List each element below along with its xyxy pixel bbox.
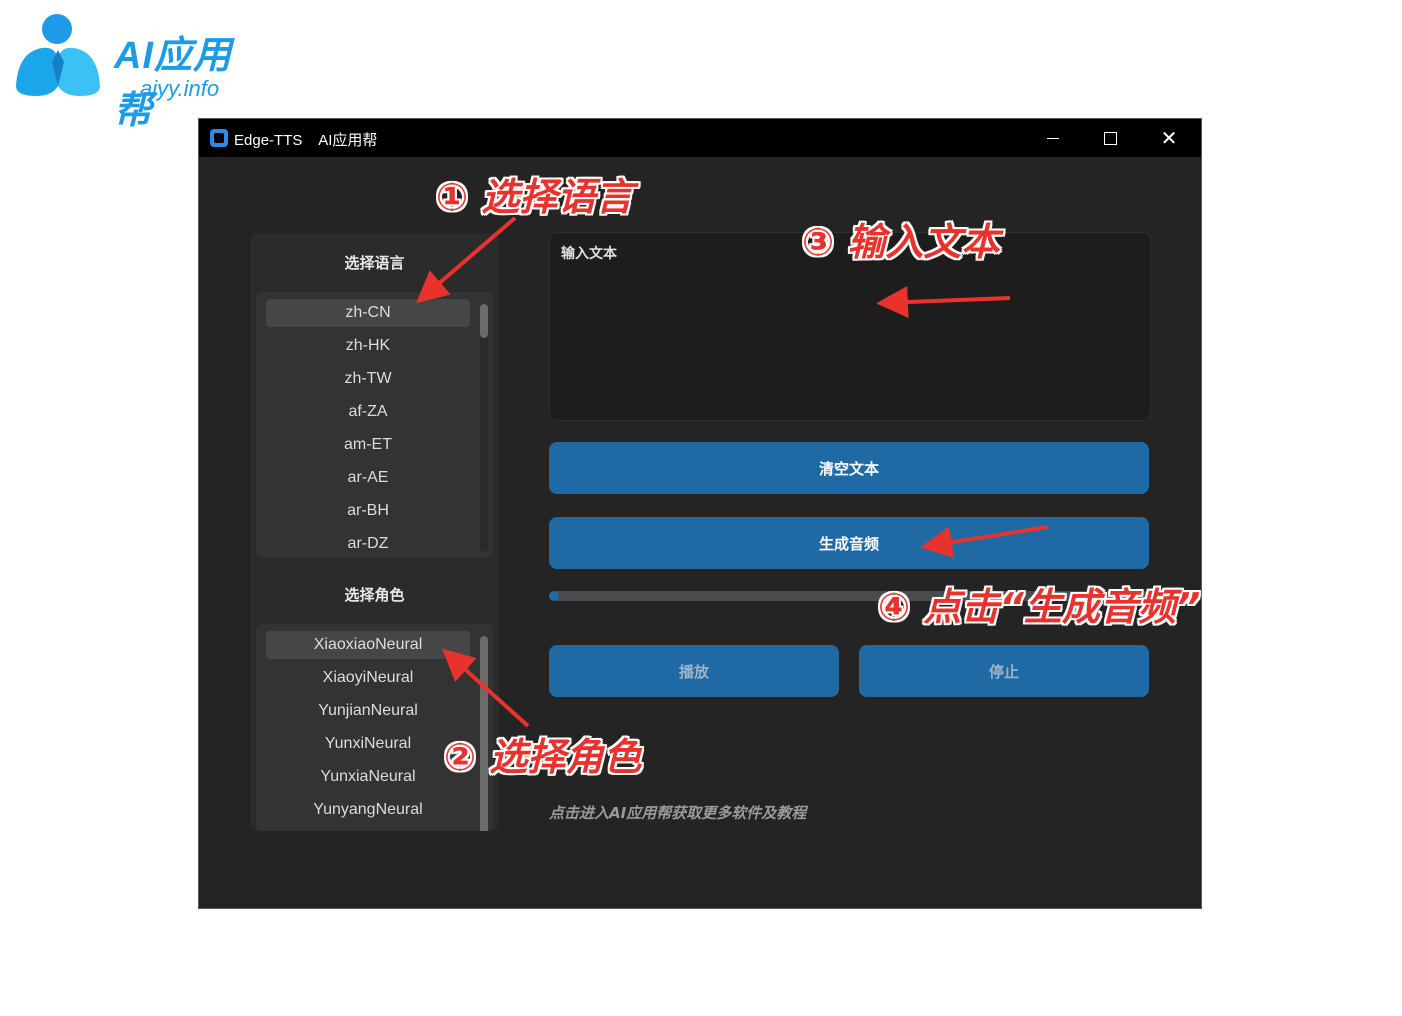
language-item[interactable]: ar-DZ <box>266 530 470 557</box>
minimize-icon <box>1047 137 1059 139</box>
language-item[interactable]: am-ET <box>266 431 470 459</box>
voice-item[interactable]: XiaoxiaoNeural <box>266 631 470 659</box>
voice-item[interactable]: YunyangNeural <box>266 796 470 824</box>
tutorial-link[interactable]: 点击进入AI应用帮获取更多软件及教程 <box>549 802 806 823</box>
maximize-icon <box>1103 131 1117 145</box>
play-button[interactable]: 播放 <box>549 645 839 697</box>
language-item[interactable]: zh-CN <box>266 299 470 327</box>
language-item[interactable]: zh-HK <box>266 332 470 360</box>
app-window: Edge-TTS AI应用帮 ✕ 选择语言 zh-CN zh-HK zh-TW … <box>199 119 1201 908</box>
app-icon <box>210 129 228 147</box>
language-item[interactable]: zh-TW <box>266 365 470 393</box>
progress-fill <box>549 591 559 601</box>
text-input-placeholder: 输入文本 <box>561 246 617 262</box>
language-item[interactable]: af-ZA <box>266 398 470 426</box>
annotation-step-2: ② 选择角色 <box>444 735 642 779</box>
voice-item[interactable]: YunjianNeural <box>266 697 470 725</box>
voice-label: 选择角色 <box>344 586 405 604</box>
language-item[interactable]: ar-BH <box>266 497 470 525</box>
annotation-step-3: ③ 输入文本 <box>802 220 1000 264</box>
brand-logo: AI应用帮 aiyy.info <box>12 12 252 132</box>
title-bar[interactable]: Edge-TTS AI应用帮 ✕ <box>199 119 1201 157</box>
logo-figure-icon <box>16 14 100 96</box>
voice-item[interactable]: XiaoyiNeural <box>266 664 470 692</box>
close-button[interactable]: ✕ <box>1141 119 1197 157</box>
language-list[interactable]: zh-CN zh-HK zh-TW af-ZA am-ET ar-AE ar-B… <box>256 292 493 557</box>
language-scrollbar[interactable] <box>480 304 488 552</box>
annotation-step-1: ① 选择语言 <box>436 175 634 219</box>
clear-text-button[interactable]: 清空文本 <box>549 442 1149 494</box>
maximize-button[interactable] <box>1082 119 1138 157</box>
brand-url: aiyy.info <box>140 76 220 101</box>
language-item[interactable]: ar-AE <box>266 464 470 492</box>
minimize-button[interactable] <box>1025 119 1081 157</box>
stop-button[interactable]: 停止 <box>859 645 1149 697</box>
voice-item[interactable]: YunxiaNeural <box>266 763 470 791</box>
voice-item[interactable]: YunxiNeural <box>266 730 470 758</box>
language-label: 选择语言 <box>344 254 405 272</box>
close-icon: ✕ <box>1160 126 1178 150</box>
window-title: Edge-TTS AI应用帮 <box>234 132 378 149</box>
annotation-step-4: ④ 点击“生成音频” <box>878 585 1201 629</box>
generate-audio-button[interactable]: 生成音频 <box>549 517 1149 569</box>
language-scroll-thumb[interactable] <box>480 304 488 338</box>
